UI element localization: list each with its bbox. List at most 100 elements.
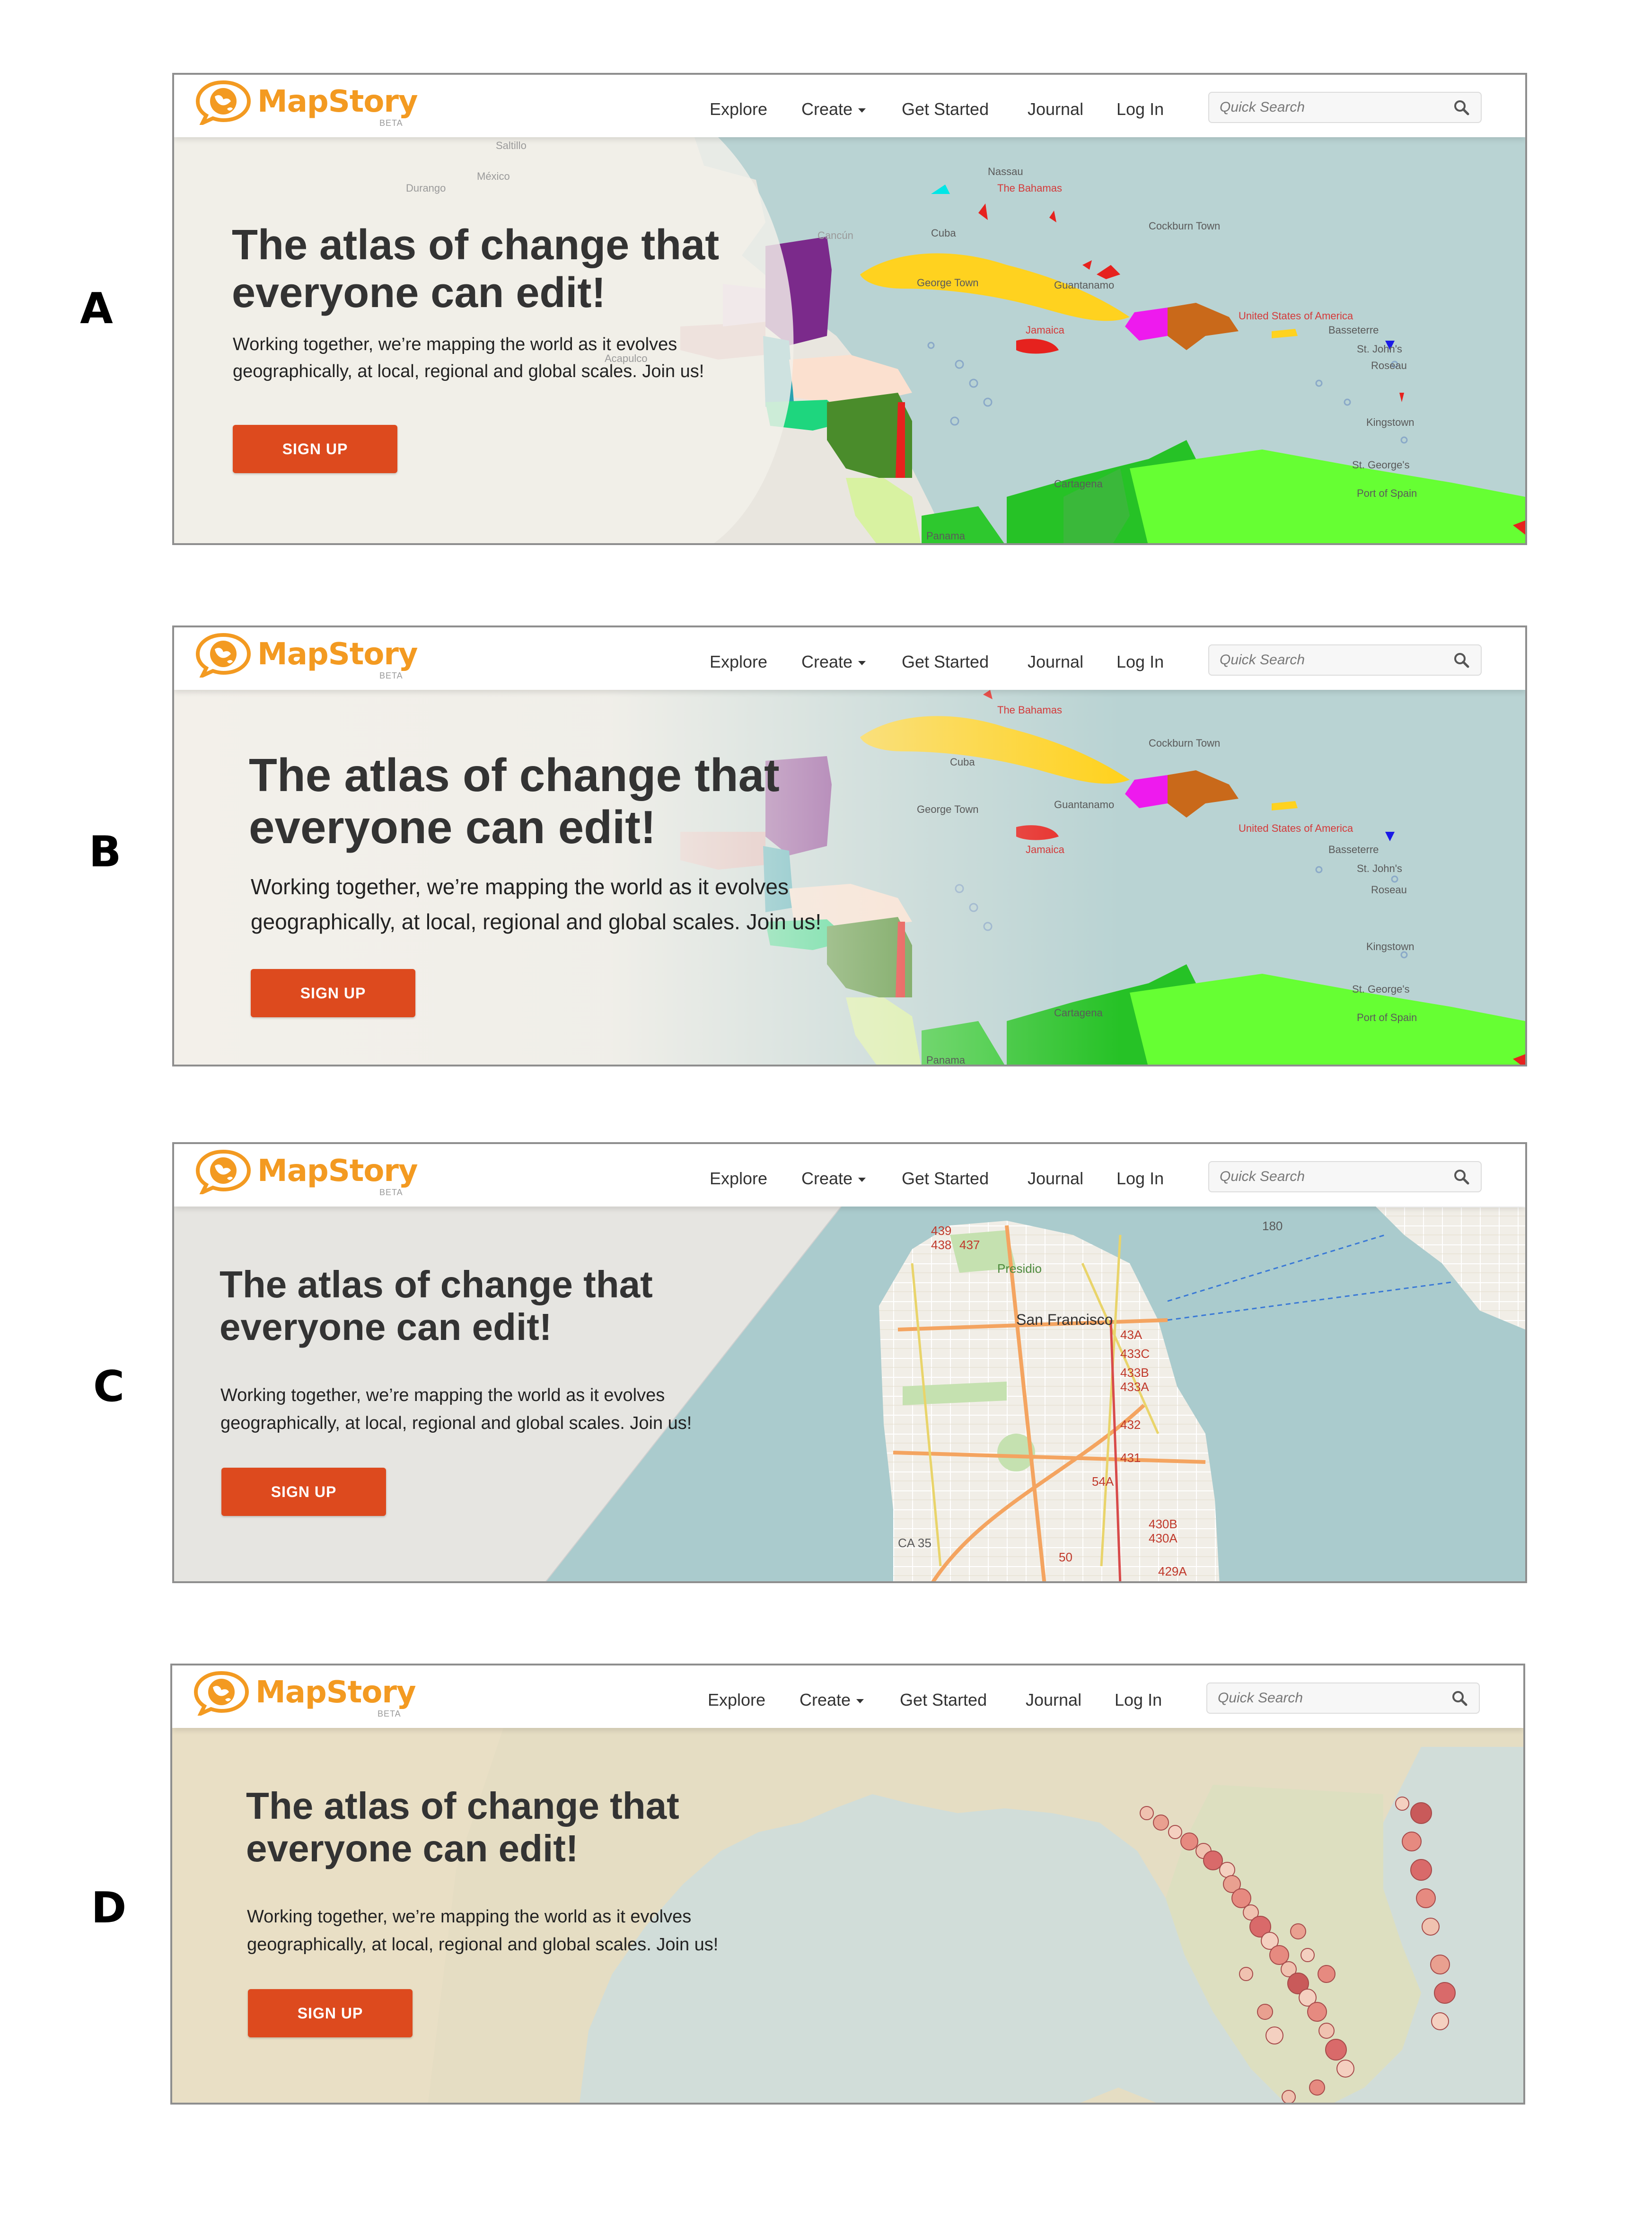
search-icon[interactable] <box>1451 1690 1467 1706</box>
label-st-georges: St. George's <box>1352 983 1410 995</box>
top-navbar: MapStory BETA Explore Create Get Started… <box>174 627 1525 690</box>
label-437: 437 <box>959 1238 980 1252</box>
quick-search[interactable]: Quick Search <box>1208 1161 1482 1192</box>
hero-title-line-2: everyone can edit! <box>232 269 606 317</box>
nav-get-started[interactable]: Get Started <box>900 1690 987 1710</box>
beta-badge: BETA <box>379 671 403 680</box>
hero-title-line-2: everyone can edit! <box>246 1827 579 1869</box>
nav-get-started[interactable]: Get Started <box>902 652 989 672</box>
label-george-town: George Town <box>917 277 978 289</box>
search-placeholder: Quick Search <box>1220 1169 1305 1184</box>
label-429a: 429A <box>1158 1564 1187 1578</box>
nav-journal[interactable]: Journal <box>1026 1690 1081 1710</box>
hero-subtitle-line-2: geographically, at local, regional and g… <box>251 909 822 934</box>
nav-explore[interactable]: Explore <box>710 99 767 119</box>
nav-explore[interactable]: Explore <box>710 1169 767 1189</box>
search-placeholder: Quick Search <box>1220 99 1305 115</box>
quick-search[interactable]: Quick Search <box>1208 92 1482 123</box>
brand-logo[interactable]: MapStory BETA <box>194 632 431 685</box>
hero-subtitle-line-1: Working together, we’re mapping the worl… <box>247 1907 692 1927</box>
nav-create-label: Create <box>801 652 853 671</box>
label-roseau: Roseau <box>1371 360 1407 371</box>
label-50: 50 <box>1059 1550 1072 1564</box>
hero-content: The atlas of change that everyone can ed… <box>172 1728 835 2103</box>
brand-logo[interactable]: MapStory BETA <box>194 79 431 132</box>
hero-title-line-2: everyone can edit! <box>249 801 656 853</box>
label-kingstown: Kingstown <box>1366 941 1415 952</box>
hero-content: The atlas of change that everyone can ed… <box>174 137 836 543</box>
search-icon[interactable] <box>1453 1169 1469 1185</box>
nav-create[interactable]: Create <box>801 99 866 119</box>
brand-name: MapStory <box>255 1675 416 1710</box>
hero-subtitle-line-2: geographically, at local, regional and g… <box>220 1413 692 1433</box>
quick-search[interactable]: Quick Search <box>1206 1683 1480 1714</box>
label-basseterre: Basseterre <box>1328 844 1379 855</box>
search-icon[interactable] <box>1453 652 1469 668</box>
nav-explore[interactable]: Explore <box>708 1690 765 1710</box>
label-guantanamo: Guantanamo <box>1054 799 1114 810</box>
nav-journal[interactable]: Journal <box>1028 1169 1083 1189</box>
label-guantanamo: Guantanamo <box>1054 279 1114 291</box>
label-433c: 433C <box>1120 1347 1150 1361</box>
signup-button[interactable]: SIGN UP <box>221 1468 386 1516</box>
label-st-johns: St. John's <box>1357 343 1402 355</box>
nav-get-started[interactable]: Get Started <box>902 1169 989 1189</box>
nav-login[interactable]: Log In <box>1116 1169 1164 1189</box>
label-port-of-spain: Port of Spain <box>1357 487 1417 499</box>
label-439: 439 <box>931 1224 951 1238</box>
brand-logo[interactable]: MapStory BETA <box>192 1670 429 1723</box>
nav-journal[interactable]: Journal <box>1028 99 1083 119</box>
hero-subtitle-line-1: Working together, we’re mapping the worl… <box>220 1385 665 1405</box>
hero-title: The atlas of change that everyone can ed… <box>249 749 780 854</box>
label-cuba: Cuba <box>931 227 956 239</box>
globe-chat-icon <box>195 1149 251 1194</box>
search-icon[interactable] <box>1453 99 1469 115</box>
hero-subtitle: Working together, we’re mapping the worl… <box>233 331 704 385</box>
search-placeholder: Quick Search <box>1220 652 1305 668</box>
signup-button[interactable]: SIGN UP <box>251 969 415 1017</box>
nav-explore[interactable]: Explore <box>710 652 767 672</box>
label-180: 180 <box>1262 1219 1283 1233</box>
panel-label-c: C <box>93 1362 125 1411</box>
label-438: 438 <box>931 1238 951 1252</box>
label-port-of-spain: Port of Spain <box>1357 1012 1417 1023</box>
label-431: 431 <box>1120 1451 1141 1465</box>
nav-journal[interactable]: Journal <box>1028 652 1083 672</box>
quick-search[interactable]: Quick Search <box>1208 644 1482 676</box>
screenshot-panel-c: MapStory BETA Explore Create Get Started… <box>172 1142 1527 1583</box>
brand-name: MapStory <box>257 1154 418 1189</box>
label-43a: 43A <box>1120 1328 1142 1342</box>
nav-create[interactable]: Create <box>801 652 866 672</box>
label-430b: 430B <box>1149 1517 1177 1531</box>
nav-login[interactable]: Log In <box>1116 652 1164 672</box>
hero-title: The atlas of change that everyone can ed… <box>246 1785 679 1869</box>
top-navbar: MapStory BETA Explore Create Get Started… <box>174 75 1525 137</box>
hero-map[interactable]: San Francisco CA 35 180 43A 433C 433B 43… <box>174 1207 1525 1581</box>
signup-button[interactable]: SIGN UP <box>248 1989 413 2037</box>
hero-map[interactable]: The Bahamas Cuba Cockburn Town George To… <box>174 690 1525 1065</box>
search-placeholder: Quick Search <box>1218 1690 1303 1706</box>
nav-create[interactable]: Create <box>801 1169 866 1189</box>
label-jamaica: Jamaica <box>1026 844 1065 855</box>
hero-subtitle-line-1: Working together, we’re mapping the worl… <box>233 335 677 354</box>
panel-label-d: D <box>91 1883 127 1933</box>
screenshot-panel-d: MapStory BETA Explore Create Get Started… <box>170 1664 1525 2105</box>
label-kingstown: Kingstown <box>1366 416 1415 428</box>
nav-login[interactable]: Log In <box>1116 99 1164 119</box>
hero-subtitle: Working together, we’re mapping the worl… <box>251 870 821 939</box>
label-nassau: Nassau <box>988 166 1023 177</box>
label-panama: Panama <box>926 530 966 542</box>
label-jamaica: Jamaica <box>1026 324 1065 336</box>
nav-login[interactable]: Log In <box>1115 1690 1162 1710</box>
globe-chat-icon <box>195 80 251 125</box>
nav-get-started[interactable]: Get Started <box>902 99 989 119</box>
hero-content: The atlas of change that everyone can ed… <box>174 1207 836 1581</box>
label-usa: United States of America <box>1239 822 1353 834</box>
signup-button[interactable]: SIGN UP <box>233 425 397 473</box>
label-cartagena: Cartagena <box>1054 1007 1103 1019</box>
hero-map[interactable]: The atlas of change that everyone can ed… <box>172 1728 1523 2103</box>
panel-label-a: A <box>80 284 113 334</box>
brand-logo[interactable]: MapStory BETA <box>194 1149 431 1202</box>
hero-map[interactable]: Nassau The Bahamas Cuba Cockburn Town Ge… <box>174 137 1525 543</box>
nav-create[interactable]: Create <box>800 1690 864 1710</box>
